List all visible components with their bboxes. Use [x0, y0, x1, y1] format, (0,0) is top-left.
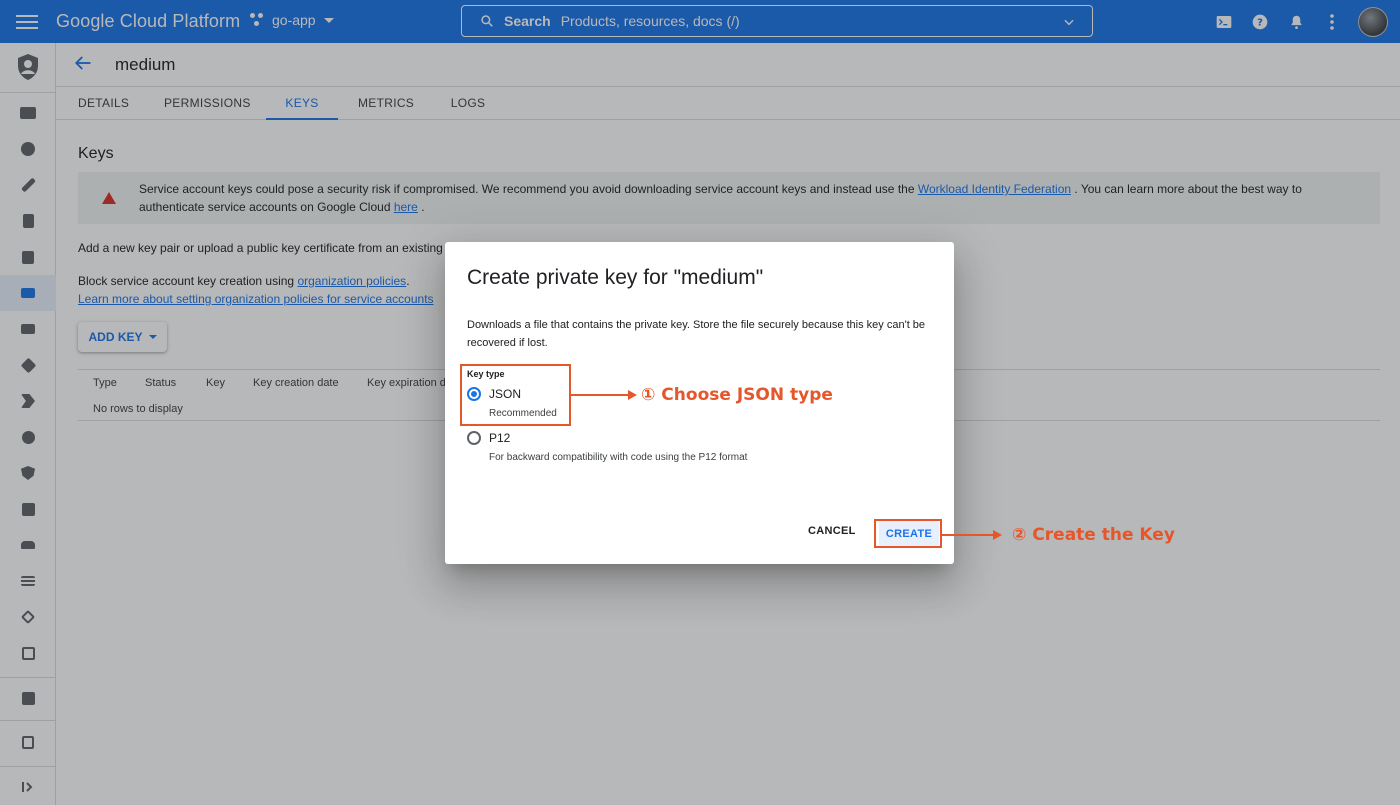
annotation-arrow-line	[571, 394, 629, 396]
annotation-arrow-icon	[993, 530, 1002, 540]
annotation-highlight-json	[460, 364, 571, 426]
p12-label: P12	[489, 431, 511, 445]
annotation-step-2: ② Create the Key	[1012, 525, 1175, 545]
p12-sublabel: For backward compatibility with code usi…	[489, 452, 748, 463]
annotation-arrow-line	[942, 534, 994, 536]
annotation-arrow-icon	[628, 390, 637, 400]
radio-unselected-icon[interactable]	[467, 431, 481, 445]
annotation-highlight-create	[874, 519, 942, 548]
annotation-step-1: ① Choose JSON type	[641, 385, 833, 405]
radio-p12[interactable]: P12	[467, 431, 510, 445]
dialog-title: Create private key for "medium"	[467, 266, 764, 289]
cancel-button[interactable]: CANCEL	[808, 525, 856, 537]
dialog-description: Downloads a file that contains the priva…	[467, 319, 926, 349]
